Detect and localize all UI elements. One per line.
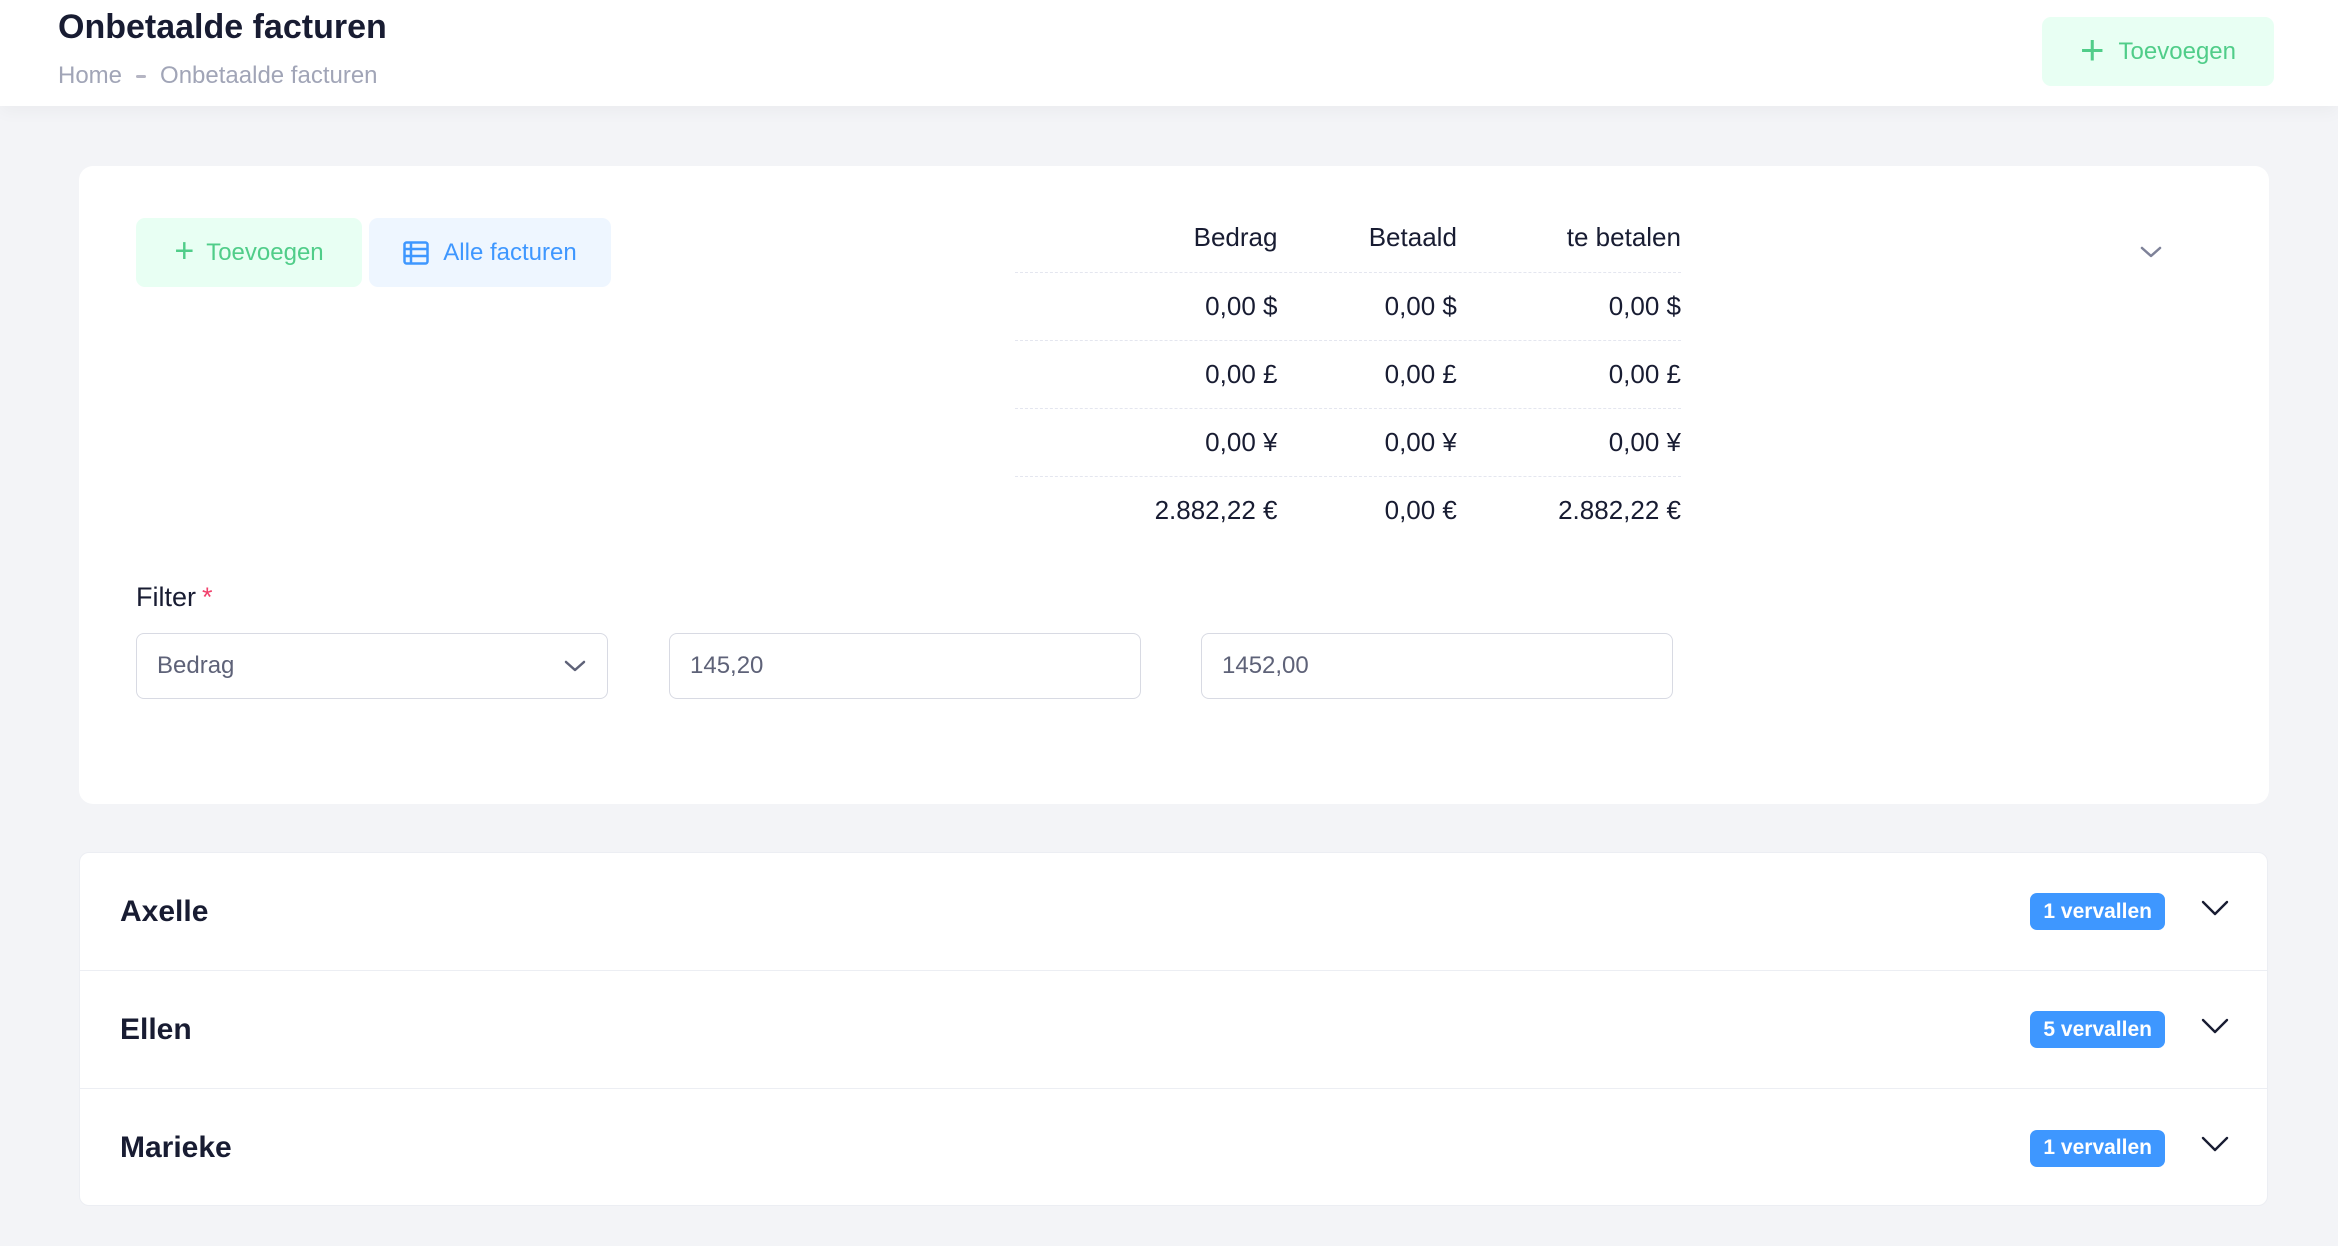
- overdue-badge: 5 vervallen: [2030, 1011, 2165, 1048]
- table-cell: 0,00 €: [1384, 495, 1457, 525]
- all-invoices-button[interactable]: Alle facturen: [369, 218, 611, 287]
- totals-header-row: Bedrag Betaald te betalen: [1015, 222, 1681, 273]
- filter-type-select[interactable]: Bedrag: [136, 633, 608, 699]
- group-name: Axelle: [120, 894, 209, 928]
- all-invoices-label: Alle facturen: [443, 238, 577, 266]
- table-cell: 0,00 ¥: [1384, 427, 1457, 457]
- breadcrumb-home[interactable]: Home: [58, 62, 122, 90]
- summary-card: + Toevoegen Alle facturen Bedrag Betaald…: [79, 166, 2269, 804]
- add-invoice-label: Toevoegen: [206, 238, 324, 266]
- page-title: Onbetaalde facturen: [58, 8, 387, 46]
- table-cell: 0,00 ¥: [1205, 427, 1278, 457]
- totals-table: Bedrag Betaald te betalen 0,00 $ 0,00 $ …: [1015, 222, 1681, 544]
- chevron-down-icon[interactable]: [2201, 1017, 2229, 1035]
- table-cell: 0,00 $: [1205, 291, 1278, 321]
- group-row-marieke[interactable]: Marieke 1 vervallen: [80, 1089, 2267, 1207]
- column-header-betaald: Betaald: [1368, 222, 1457, 252]
- group-row-axelle[interactable]: Axelle 1 vervallen: [80, 853, 2267, 971]
- overdue-badge: 1 vervallen: [2030, 1129, 2165, 1167]
- filter-label-text: Filter: [136, 582, 196, 612]
- filter-min-input[interactable]: 145,20: [669, 633, 1141, 699]
- breadcrumb-separator: [136, 74, 147, 78]
- table-cell: 0,00 £: [1384, 359, 1457, 389]
- group-row-ellen[interactable]: Ellen 5 vervallen: [80, 971, 2267, 1089]
- chevron-down-icon[interactable]: [2139, 244, 2163, 260]
- totals-row-eur: 2.882,22 € 0,00 € 2.882,22 €: [1015, 477, 1681, 544]
- table-cell: 0,00 £: [1608, 359, 1681, 389]
- totals-row-gbp: 0,00 £ 0,00 £ 0,00 £: [1015, 341, 1681, 409]
- table-cell: 2.882,22 €: [1154, 495, 1278, 525]
- chevron-down-icon[interactable]: [2201, 899, 2229, 917]
- group-name: Ellen: [120, 1012, 192, 1046]
- filter-max-input[interactable]: 1452,00: [1201, 633, 1673, 699]
- totals-row-jpy: 0,00 ¥ 0,00 ¥ 0,00 ¥: [1015, 409, 1681, 477]
- plus-icon: +: [2080, 25, 2105, 73]
- customer-groups: Axelle 1 vervallen Ellen 5 vervallen Mar…: [79, 852, 2268, 1206]
- column-header-bedrag: Bedrag: [1193, 222, 1278, 252]
- table-list-icon: [403, 240, 430, 265]
- table-cell: 0,00 $: [1384, 291, 1457, 321]
- header-add-button[interactable]: + Toevoegen: [2042, 17, 2274, 86]
- filter-label: Filter *: [136, 582, 213, 613]
- add-invoice-button[interactable]: + Toevoegen: [136, 218, 362, 287]
- table-cell: 0,00 ¥: [1608, 427, 1681, 457]
- page-header: Onbetaalde facturen Home Onbetaalde fact…: [0, 0, 2338, 106]
- breadcrumb-current: Onbetaalde facturen: [160, 62, 378, 89]
- chevron-down-icon: [564, 660, 586, 672]
- table-cell: 0,00 $: [1608, 291, 1681, 321]
- totals-row-usd: 0,00 $ 0,00 $ 0,00 $: [1015, 273, 1681, 341]
- table-cell: 0,00 £: [1205, 359, 1278, 389]
- group-name: Marieke: [120, 1131, 232, 1164]
- required-mark: *: [202, 582, 213, 612]
- breadcrumb: Home Onbetaalde facturen: [58, 62, 378, 90]
- plus-icon: +: [174, 232, 195, 270]
- overdue-badge: 1 vervallen: [2030, 893, 2165, 930]
- filter-type-value: Bedrag: [157, 652, 235, 679]
- chevron-down-icon[interactable]: [2201, 1135, 2229, 1153]
- header-add-label: Toevoegen: [2118, 37, 2236, 65]
- table-cell: 2.882,22 €: [1558, 495, 1681, 525]
- column-header-te-betalen: te betalen: [1566, 222, 1681, 252]
